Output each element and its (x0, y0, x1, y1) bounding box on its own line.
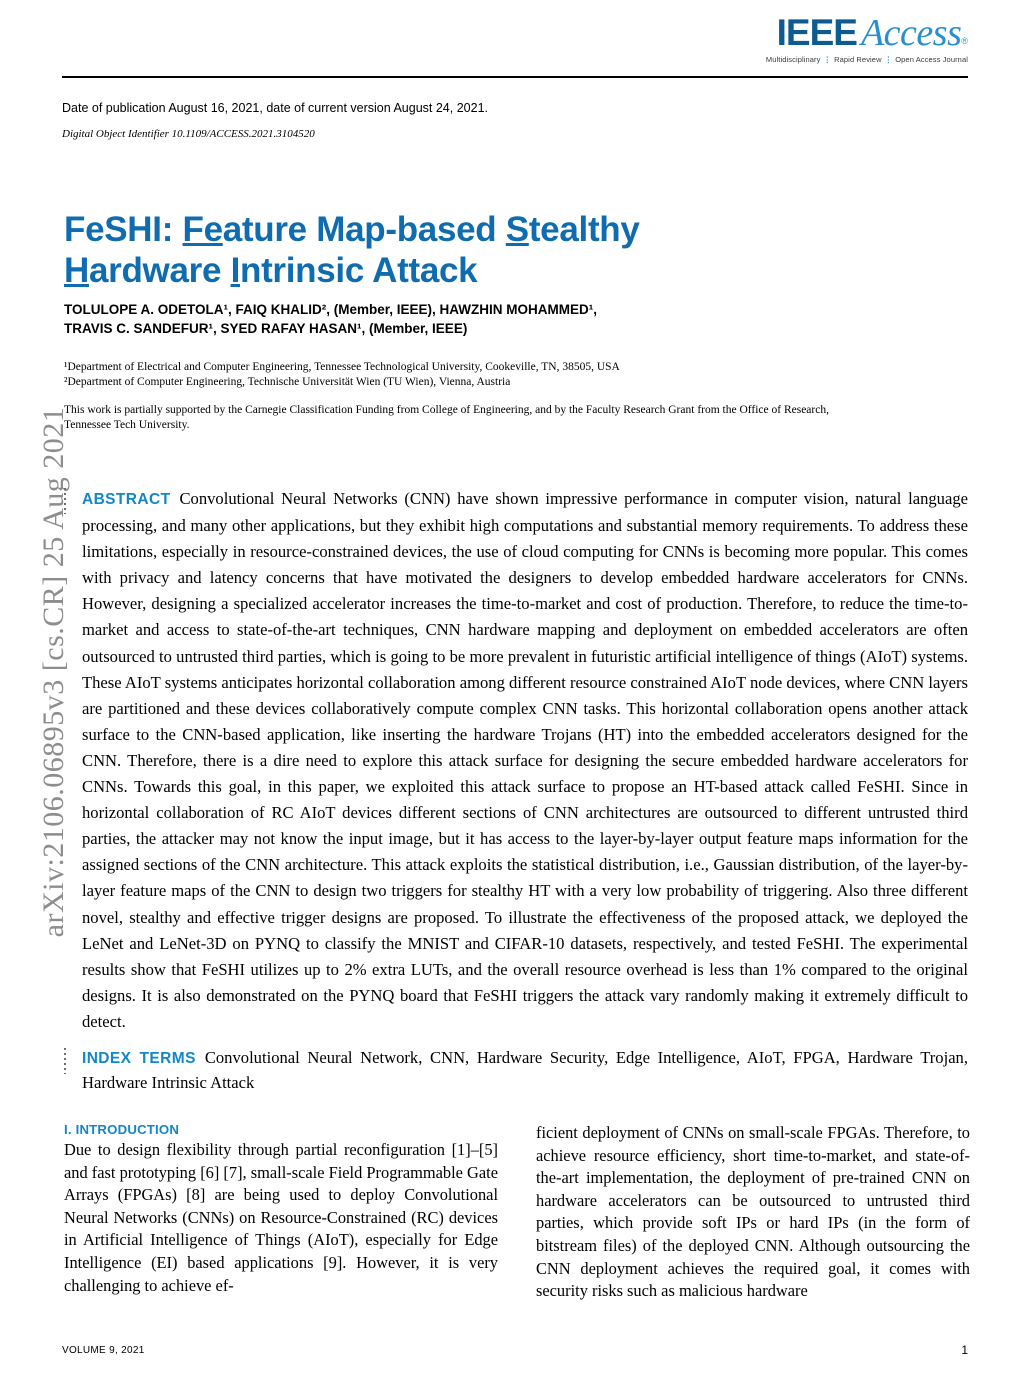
logo-tagline: Multidisciplinary ⋮ Rapid Review ⋮ Open Acce… (766, 56, 968, 64)
title-seg: tealthy (528, 210, 640, 250)
title-seg-underlined: H (64, 251, 89, 291)
title-seg: FeSHI: (64, 210, 183, 250)
doi-line: Digital Object Identifier 10.1109/ACCESS… (62, 128, 315, 140)
title-seg-underlined: I (230, 251, 241, 291)
tagline-separator-icon: ⋮ (823, 55, 832, 64)
tagline-separator-icon: ⋮ (884, 55, 893, 64)
index-terms-heading: INDEX TERMS (82, 1050, 196, 1067)
title-line-1: FeSHI: Feature Map-based Stealthy (64, 210, 640, 249)
affiliation-2: ²Department of Computer Engineering, Tec… (64, 376, 511, 388)
title-line-2: Hardware Intrinsic Attack (64, 251, 478, 291)
ieee-access-logo: IEEE Access® Multidisciplinary ⋮ Rapid Revi… (766, 14, 968, 64)
page-title: FeSHI: Feature Map-based Stealthy Hardwa… (64, 209, 824, 291)
title-seg: ardware (88, 251, 231, 291)
author-line-1: TOLULOPE A. ODETOLA¹, FAIQ KHALID², (Mem… (64, 302, 598, 317)
affiliation-list: ¹Department of Electrical and Computer E… (64, 360, 864, 390)
section-heading-introduction: I. INTRODUCTION (64, 1122, 180, 1137)
logo-ieee-text: IEEE (776, 12, 858, 53)
logo-tagline-1: Multidisciplinary (765, 55, 821, 64)
logo-access-text: Access (860, 12, 962, 54)
funding-note: This work is partially supported by the … (64, 404, 829, 431)
logo-tagline-3: Open Access Journal (895, 55, 968, 64)
abstract-heading: ABSTRACT (82, 491, 171, 508)
intro-paragraph-left: Due to design flexibility through partia… (64, 1140, 498, 1295)
index-terms-section: INDEX TERMS Convolutional Neural Network,… (64, 1046, 968, 1095)
affiliation-1: ¹Department of Electrical and Computer E… (64, 361, 620, 373)
paper-page: arXiv:2106.06895v3 [cs.CR] 25 Aug 2021 I… (0, 0, 1020, 1386)
trademark-icon: ® (961, 36, 968, 46)
column-right: ficient deployment of CNNs on small-scal… (536, 1122, 970, 1302)
logo-wordmark: IEEE Access® (766, 14, 968, 52)
logo-tagline-2: Rapid Review (834, 55, 882, 64)
index-terms-body: INDEX TERMS Convolutional Neural Network,… (82, 1046, 968, 1095)
masthead-divider (62, 76, 968, 78)
body-columns: I. INTRODUCTION Due to design flexibilit… (64, 1122, 970, 1302)
abstract-dotted-rule-icon (64, 488, 66, 514)
title-seg: ntrinsic Attack (240, 251, 478, 291)
author-list: TOLULOPE A. ODETOLA¹, FAIQ KHALID², (Mem… (64, 300, 864, 338)
footer-page-number: 1 (961, 1343, 968, 1357)
title-seg-underlined: Fe (182, 210, 223, 250)
column-left: I. INTRODUCTION Due to design flexibilit… (64, 1122, 498, 1302)
index-terms-dotted-rule-icon (64, 1048, 66, 1074)
index-terms-text: Convolutional Neural Network, CNN, Hardw… (82, 1048, 969, 1092)
title-seg-underlined: S (505, 210, 529, 250)
intro-paragraph-right: ficient deployment of CNNs on small-scal… (536, 1123, 970, 1301)
abstract-body: ABSTRACT Convolutional Neural Networks (C… (82, 486, 968, 1035)
abstract-section: ABSTRACT Convolutional Neural Networks (C… (64, 486, 968, 1035)
author-line-2: TRAVIS C. SANDEFUR¹, SYED RAFAY HASAN¹, … (64, 321, 468, 336)
masthead: IEEE Access® Multidisciplinary ⋮ Rapid Revi… (62, 14, 968, 76)
footer-volume: VOLUME 9, 2021 (62, 1345, 145, 1356)
publication-date-line: Date of publication August 16, 2021, dat… (62, 101, 488, 115)
abstract-text: Convolutional Neural Networks (CNN) have… (82, 489, 968, 1031)
title-seg: ature Map-based (222, 210, 506, 250)
